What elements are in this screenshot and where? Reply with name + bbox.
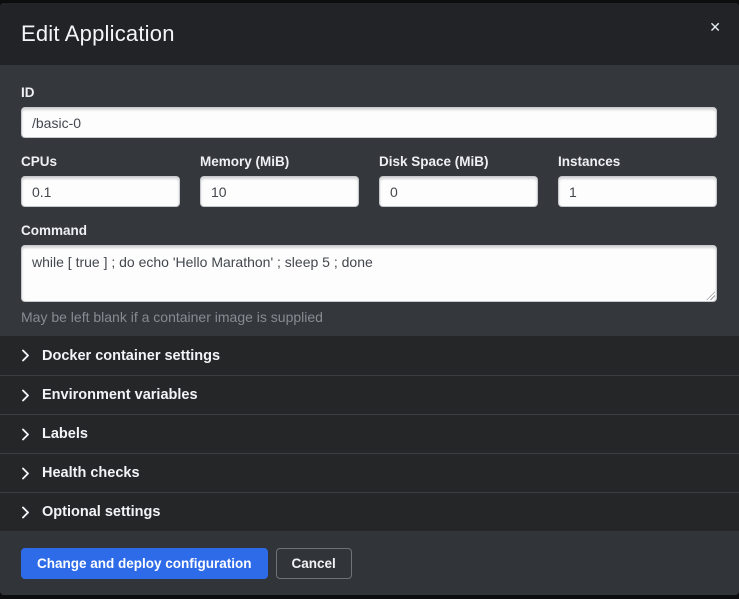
modal-footer: Change and deploy configuration Cancel [0,531,739,595]
section-label: Health checks [42,465,140,481]
resources-row: CPUs Memory (MiB) Disk Space (MiB) Insta… [21,154,717,207]
instances-label: Instances [558,154,717,169]
section-health-checks[interactable]: Health checks [0,453,739,492]
instances-field-group: Instances [558,154,717,207]
chevron-right-icon [21,506,30,519]
memory-field-group: Memory (MiB) [200,154,359,207]
chevron-right-icon [21,428,30,441]
command-field-group: Command while [ true ] ; do echo 'Hello … [21,223,717,325]
section-label: Optional settings [42,504,160,520]
edit-application-modal: Edit Application ✕ ID CPUs Memory (MiB) … [0,3,739,595]
modal-title: Edit Application [21,21,175,47]
section-label: Environment variables [42,387,198,403]
modal-header: Edit Application ✕ [0,3,739,65]
chevron-right-icon [21,467,30,480]
section-labels[interactable]: Labels [0,414,739,453]
disk-label: Disk Space (MiB) [379,154,538,169]
chevron-right-icon [21,349,30,362]
cpus-field-group: CPUs [21,154,180,207]
memory-input[interactable] [200,176,359,207]
cpus-input[interactable] [21,176,180,207]
edit-application-form: ID CPUs Memory (MiB) Disk Space (MiB) In… [0,65,739,336]
memory-label: Memory (MiB) [200,154,359,169]
id-label: ID [21,85,717,100]
cancel-button[interactable]: Cancel [276,548,352,579]
close-icon[interactable]: ✕ [707,18,723,36]
section-label: Docker container settings [42,348,220,364]
id-field-group: ID [21,85,717,138]
section-optional-settings[interactable]: Optional settings [0,492,739,531]
collapsible-sections: Docker container settings Environment va… [0,336,739,531]
disk-field-group: Disk Space (MiB) [379,154,538,207]
section-label: Labels [42,426,88,442]
disk-input[interactable] [379,176,538,207]
section-environment-variables[interactable]: Environment variables [0,375,739,414]
section-docker-container-settings[interactable]: Docker container settings [0,336,739,375]
command-help-text: May be left blank if a container image i… [21,309,717,325]
chevron-right-icon [21,389,30,402]
change-and-deploy-button[interactable]: Change and deploy configuration [21,548,268,579]
command-textarea[interactable]: while [ true ] ; do echo 'Hello Marathon… [21,245,717,302]
id-input[interactable] [21,107,717,138]
instances-input[interactable] [558,176,717,207]
command-label: Command [21,223,717,238]
cpus-label: CPUs [21,154,180,169]
